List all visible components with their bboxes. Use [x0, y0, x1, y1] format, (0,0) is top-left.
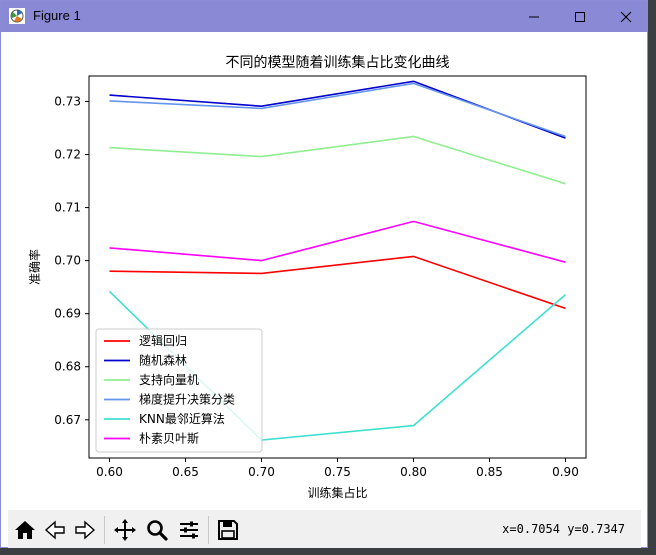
line-chart: 不同的模型随着训练集占比变化曲线 0.60 0.65 0.70 0.75 0.80 0.85…	[27, 54, 587, 500]
figure-window: Figure 1 不同的模型随着训练集占比变化曲线 0.60 0.65 0.70 0.7…	[0, 0, 648, 548]
legend-label: 梯度提升决策分类	[139, 392, 235, 407]
back-button[interactable]	[41, 516, 69, 544]
y-tick-label: 0.68	[54, 360, 81, 374]
x-tick-label: 0.90	[552, 465, 579, 479]
legend-label: 随机森林	[139, 353, 187, 368]
series-line-4	[109, 82, 566, 138]
forward-button[interactable]	[71, 516, 99, 544]
x-tick-label: 0.80	[400, 465, 427, 479]
title-bar[interactable]: Figure 1	[1, 1, 647, 32]
close-button[interactable]	[603, 1, 649, 32]
pan-icon	[114, 519, 136, 541]
legend-label: 支持向量机	[139, 372, 199, 387]
configure-subplots-button[interactable]	[175, 516, 203, 544]
x-tick-label: 0.75	[324, 465, 351, 479]
series-line-2	[109, 80, 566, 139]
minimize-icon	[529, 16, 539, 18]
legend-label: KNN最邻近算法	[139, 411, 225, 426]
back-icon	[44, 520, 65, 540]
maximize-icon	[575, 12, 585, 22]
series-line-6	[109, 220, 566, 263]
series-line-1	[109, 255, 566, 310]
maximize-button[interactable]	[557, 1, 603, 32]
x-tick-label: 0.85	[476, 465, 503, 479]
toolbar-separator	[104, 516, 105, 544]
zoom-button[interactable]	[143, 516, 171, 544]
x-tick-label: 0.65	[172, 465, 199, 479]
series-line-3	[109, 135, 566, 185]
legend-label: 逻辑回归	[139, 334, 187, 348]
y-tick-label: 0.70	[54, 254, 81, 268]
y-tick-label: 0.73	[54, 94, 81, 108]
figure-canvas[interactable]: 不同的模型随着训练集占比变化曲线 0.60 0.65 0.70 0.75 0.80 0.85…	[8, 32, 641, 510]
window-title: Figure 1	[33, 8, 81, 23]
legend-label: 朴素贝叶斯	[139, 431, 199, 446]
y-axis-label: 准确率	[27, 249, 42, 285]
x-tick-label: 0.60	[96, 465, 123, 479]
y-tick-label: 0.71	[54, 201, 81, 215]
navigation-toolbar: x=0.7054 y=0.7347	[8, 510, 641, 548]
cursor-coordinates: x=0.7054 y=0.7347	[502, 522, 625, 536]
matplotlib-app-icon	[9, 8, 25, 24]
zoom-icon	[147, 520, 168, 541]
y-tick-label: 0.69	[54, 307, 81, 321]
pan-button[interactable]	[111, 516, 139, 544]
y-tick-label: 0.67	[54, 413, 81, 427]
close-icon	[620, 11, 632, 23]
x-tick-label: 0.70	[248, 465, 275, 479]
chart-title: 不同的模型随着训练集占比变化曲线	[226, 54, 450, 71]
home-button[interactable]	[11, 516, 39, 544]
toolbar-separator	[208, 516, 209, 544]
save-icon	[218, 520, 238, 540]
home-icon	[15, 521, 35, 539]
save-button[interactable]	[214, 516, 242, 544]
forward-icon	[75, 520, 96, 540]
x-axis-label: 训练集占比	[307, 485, 367, 500]
configure-subplots-icon	[180, 521, 198, 539]
y-tick-label: 0.72	[54, 148, 81, 162]
minimize-button[interactable]	[511, 1, 557, 32]
